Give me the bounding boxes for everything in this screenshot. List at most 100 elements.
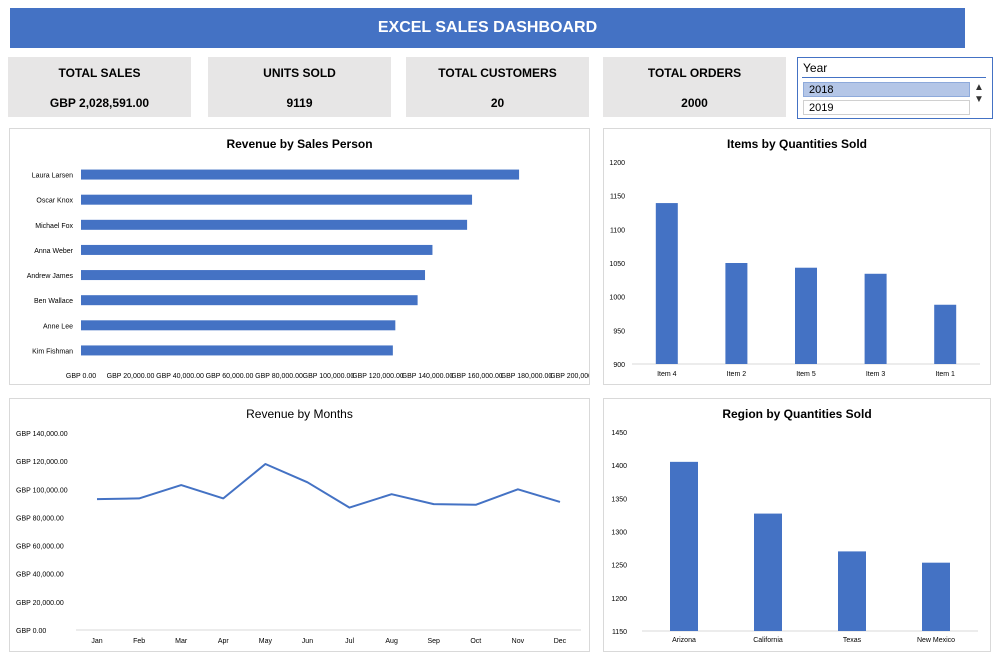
- year-slicer[interactable]: Year 2018 2019 ▲ ▼: [797, 57, 993, 119]
- kpi-value: 2000: [681, 96, 708, 110]
- dashboard-title: EXCEL SALES DASHBOARD: [10, 8, 965, 48]
- category-label: Michael Fox: [35, 223, 73, 230]
- chart-title: Revenue by Sales Person: [226, 137, 373, 151]
- category-label: Jul: [345, 638, 354, 645]
- tick-label: GBP 40,000.00: [156, 373, 204, 380]
- category-label: California: [753, 637, 783, 644]
- tick-label: 1100: [610, 227, 625, 234]
- tick-label: GBP 100,000.00: [16, 487, 68, 494]
- tick-label: 1200: [609, 160, 625, 167]
- chart-items-by-quantity: Items by Quantities Sold 900 950 1000 1050 1…: [603, 128, 991, 385]
- kpi-value: GBP 2,028,591.00: [49, 96, 150, 110]
- bar: [81, 219, 468, 230]
- category-label: May: [259, 638, 273, 645]
- chart-region-by-quantity: Region by Quantities Sold 1150 1200 1250 13…: [603, 398, 991, 652]
- bar: [81, 295, 418, 306]
- tick-label: GBP 60,000.00: [206, 373, 254, 380]
- tick-label: GBP 140,000.00: [402, 373, 454, 380]
- tick-label: 1400: [611, 463, 627, 470]
- category-label: Item 2: [727, 371, 747, 378]
- chart-revenue-by-sales-person: Revenue by Sales Person Laura Larsen Osca…: [9, 128, 602, 385]
- category-label: New Mexico: [917, 637, 955, 644]
- kpi-value: 20: [490, 96, 505, 110]
- slicer-item-2019[interactable]: 2019: [803, 100, 970, 115]
- category-label: Item 5: [796, 371, 816, 378]
- tick-label: GBP 20,000.00: [16, 600, 64, 607]
- chart-revenue-by-months: Revenue by Months GBP 0.00 GBP 20,000.00 G…: [9, 398, 590, 652]
- bar: [81, 345, 393, 356]
- category-label: Jan: [91, 638, 102, 645]
- category-label: Anna Weber: [34, 248, 73, 255]
- tick-label: GBP 0.00: [66, 373, 96, 380]
- tick-label: 1200: [611, 596, 627, 603]
- tick-label: 1150: [612, 629, 627, 636]
- tick-label: GBP 100,000.00: [303, 373, 355, 380]
- category-label: Feb: [133, 638, 145, 645]
- slicer-divider: [802, 77, 986, 78]
- chart-canvas: GBP 0.00 GBP 20,000.00 GBP 40,000.00 GBP 60…: [16, 431, 581, 645]
- tick-label: GBP 80,000.00: [255, 373, 303, 380]
- kpi-total-orders: TOTAL ORDERS 2000: [603, 57, 786, 117]
- category-label: Laura Larsen: [32, 173, 73, 180]
- category-label: Sep: [427, 638, 440, 645]
- tick-label: GBP 120,000.00: [352, 373, 404, 380]
- category-label: Aug: [385, 638, 398, 645]
- chart-canvas: Laura Larsen Oscar Knox Michael Fox Anna We…: [27, 169, 602, 380]
- category-label: Oct: [470, 638, 481, 645]
- tick-label: GBP 60,000.00: [16, 544, 64, 551]
- category-label: Nov: [512, 638, 525, 645]
- kpi-total-sales: TOTAL SALES GBP 2,028,591.00: [8, 57, 191, 117]
- category-label: Texas: [843, 637, 862, 644]
- bar: [934, 304, 957, 364]
- tick-label: 900: [613, 362, 625, 369]
- category-label: Andrew James: [27, 273, 74, 280]
- tick-label: GBP 0.00: [16, 628, 46, 635]
- chevron-up-icon[interactable]: ▲: [972, 82, 986, 94]
- category-label: Anne Lee: [43, 323, 73, 330]
- bar: [81, 320, 396, 331]
- tick-label: 1050: [609, 261, 625, 268]
- kpi-label: UNITS SOLD: [263, 66, 336, 80]
- bar: [725, 263, 748, 364]
- tick-label: 1350: [611, 496, 627, 503]
- bar: [838, 551, 866, 631]
- category-label: Dec: [554, 638, 567, 645]
- chart-canvas: 900 950 1000 1050 1100 1150 1200 Item 4 Item 2 It…: [609, 160, 980, 378]
- chart-title: Revenue by Months: [246, 407, 353, 421]
- category-label: Arizona: [672, 637, 696, 644]
- bar: [81, 169, 520, 180]
- bar: [81, 270, 426, 281]
- kpi-label: TOTAL CUSTOMERS: [438, 66, 557, 80]
- tick-label: GBP 20,000.00: [107, 373, 155, 380]
- bar: [81, 194, 473, 205]
- category-label: Item 3: [866, 371, 886, 378]
- tick-label: 1450: [611, 430, 627, 437]
- kpi-units-sold: UNITS SOLD 9119: [208, 57, 391, 117]
- tick-label: GBP 160,000.00: [451, 373, 503, 380]
- bar: [754, 513, 782, 631]
- category-label: Item 1: [935, 371, 955, 378]
- category-label: Apr: [218, 638, 230, 645]
- kpi-label: TOTAL SALES: [58, 66, 141, 80]
- bar: [864, 273, 887, 364]
- tick-label: GBP 80,000.00: [16, 515, 64, 522]
- bar: [655, 203, 678, 364]
- tick-label: 950: [613, 328, 625, 335]
- category-label: Ben Wallace: [34, 298, 73, 305]
- slicer-item-2018[interactable]: 2018: [803, 82, 970, 97]
- bar: [922, 562, 950, 631]
- slicer-scrollbar[interactable]: ▲ ▼: [972, 82, 986, 114]
- chart-canvas: 1150 1200 1250 1300 1350 1400 1450 Arizona Calif…: [611, 430, 978, 644]
- chevron-down-icon[interactable]: ▼: [972, 94, 986, 106]
- tick-label: GBP 120,000.00: [16, 459, 68, 466]
- tick-label: GBP 200,000.00: [550, 373, 589, 380]
- kpi-total-customers: TOTAL CUSTOMERS 20: [406, 57, 589, 117]
- tick-label: 1300: [611, 530, 627, 537]
- bar: [670, 461, 698, 631]
- tick-label: 1150: [610, 194, 625, 201]
- slicer-header: Year: [803, 61, 828, 75]
- bar: [81, 244, 433, 255]
- tick-label: 1000: [609, 295, 625, 302]
- tick-label: GBP 140,000.00: [16, 431, 68, 438]
- tick-label: GBP 180,000.00: [501, 373, 553, 380]
